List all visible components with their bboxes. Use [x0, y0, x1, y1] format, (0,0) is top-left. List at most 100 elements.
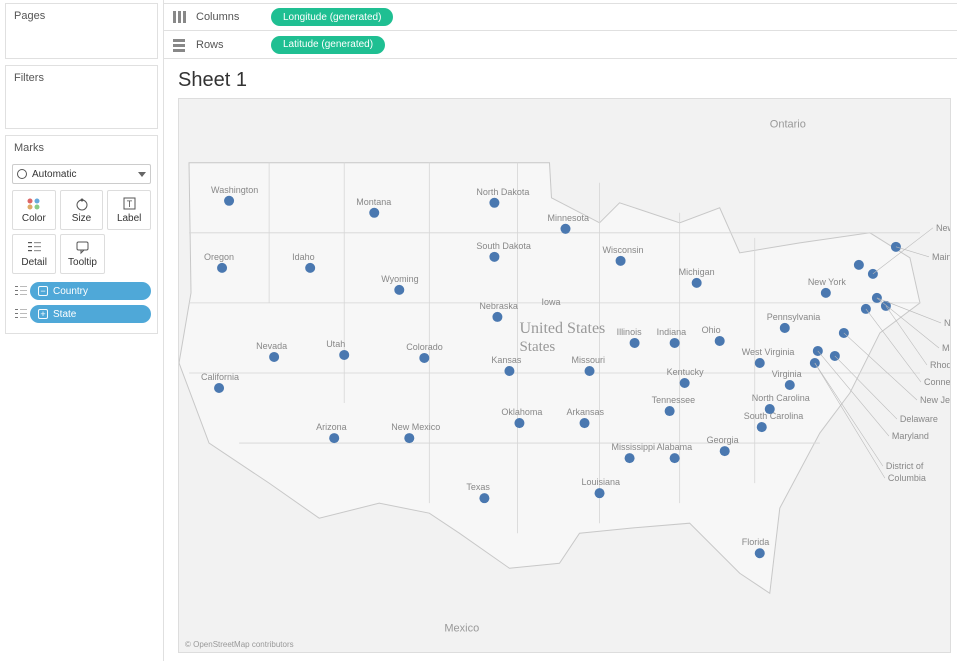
state-dot[interactable] [765, 404, 775, 414]
state-dot[interactable] [861, 304, 871, 314]
state-dot[interactable] [595, 488, 605, 498]
state-label: New Mexico [391, 422, 440, 432]
state-dot[interactable] [514, 418, 524, 428]
state-dot[interactable] [369, 208, 379, 218]
state-dot[interactable] [489, 198, 499, 208]
state-label: Wyoming [381, 274, 418, 284]
circle-icon [17, 169, 27, 179]
state-label: Washington [211, 185, 258, 195]
state-dot[interactable] [720, 446, 730, 456]
callout-label: Maine [932, 252, 950, 262]
size-button[interactable]: Size [60, 190, 104, 230]
state-dot[interactable] [269, 352, 279, 362]
filters-title: Filters [6, 66, 157, 90]
main-area: Columns Longitude (generated) Rows Latit… [164, 0, 957, 661]
state-dot[interactable] [489, 252, 499, 262]
filters-card[interactable]: Filters [5, 65, 158, 129]
state-dot[interactable] [625, 453, 635, 463]
state-dot[interactable] [872, 293, 882, 303]
callout-label: New [936, 223, 950, 233]
state-label: Louisiana [582, 477, 621, 487]
state-dot[interactable] [780, 323, 790, 333]
marks-type-dropdown[interactable]: Automatic [12, 164, 151, 184]
state-dot[interactable] [479, 493, 489, 503]
columns-shelf[interactable]: Columns Longitude (generated) [164, 3, 957, 31]
state-dot[interactable] [504, 366, 514, 376]
chevron-down-icon [138, 172, 146, 177]
state-dot[interactable] [670, 453, 680, 463]
pages-title: Pages [6, 4, 157, 28]
detail-icon [27, 240, 42, 255]
rows-pill[interactable]: Latitude (generated) [271, 36, 385, 54]
pages-card[interactable]: Pages [5, 3, 158, 59]
state-dot[interactable] [630, 338, 640, 348]
state-label: Montana [356, 197, 391, 207]
label-button[interactable]: T Label [107, 190, 151, 230]
state-dot[interactable] [329, 433, 339, 443]
state-dot[interactable] [821, 288, 831, 298]
callout-label: Maryland [892, 431, 929, 441]
rows-label: Rows [196, 39, 261, 51]
state-dot[interactable] [692, 278, 702, 288]
state-dot[interactable] [755, 358, 765, 368]
state-label: Nevada [256, 341, 287, 351]
callout-label: Delaware [900, 414, 938, 424]
state-label: Georgia [707, 435, 739, 445]
state-dot[interactable] [560, 224, 570, 234]
state-dot[interactable] [785, 380, 795, 390]
state-dot[interactable] [492, 312, 502, 322]
state-dot[interactable] [616, 256, 626, 266]
callout-label: Ma [942, 343, 950, 353]
state-label: Idaho [292, 252, 315, 262]
sheet-title[interactable]: Sheet 1 [178, 69, 951, 92]
callout-label: Connecti [924, 377, 950, 387]
size-icon [74, 196, 89, 211]
state-dot[interactable] [755, 548, 765, 558]
state-label: Pennsylvania [767, 312, 821, 322]
state-dot[interactable] [868, 269, 878, 279]
detail-glyph-icon [12, 308, 30, 321]
detail-glyph-icon [12, 285, 30, 298]
state-dot[interactable] [224, 196, 234, 206]
state-dot[interactable] [339, 350, 349, 360]
state-dot[interactable] [670, 338, 680, 348]
rows-shelf[interactable]: Rows Latitude (generated) [164, 31, 957, 59]
state-label: New York [808, 277, 847, 287]
state-label: Indiana [657, 327, 687, 337]
country-label: United States [519, 320, 605, 337]
dimension-pill-state[interactable]: + State [12, 304, 151, 324]
color-button[interactable]: Color [12, 190, 56, 230]
state-dot[interactable] [665, 406, 675, 416]
expand-icon[interactable]: + [38, 309, 48, 319]
state-label: Alabama [657, 442, 693, 452]
detail-button[interactable]: Detail [12, 234, 56, 274]
state-dot[interactable] [404, 433, 414, 443]
callout-label: New Jersey [920, 395, 950, 405]
size-label: Size [72, 213, 91, 224]
state-dot[interactable] [217, 263, 227, 273]
callout-label: Ne [944, 318, 950, 328]
state-dot[interactable] [715, 336, 725, 346]
label-icon: T [122, 196, 137, 211]
state-label: Kentucky [667, 367, 705, 377]
country-label-sub: States [519, 339, 555, 355]
state-label: North Dakota [476, 187, 529, 197]
state-dot[interactable] [854, 260, 864, 270]
columns-pill[interactable]: Longitude (generated) [271, 8, 393, 26]
collapse-icon[interactable]: − [38, 286, 48, 296]
state-label: Virginia [772, 369, 802, 379]
state-dot[interactable] [394, 285, 404, 295]
state-dot[interactable] [305, 263, 315, 273]
state-dot[interactable] [757, 422, 767, 432]
tooltip-button[interactable]: Tooltip [60, 234, 104, 274]
state-dot[interactable] [585, 366, 595, 376]
state-dot[interactable] [419, 353, 429, 363]
state-dot[interactable] [580, 418, 590, 428]
state-dot[interactable] [214, 383, 224, 393]
marks-type-label: Automatic [32, 169, 138, 180]
label-label: Label [117, 213, 141, 224]
state-label: Oregon [204, 252, 234, 262]
map-viz[interactable]: Ontario United States States Mexico Wash… [178, 98, 951, 653]
dimension-pill-country[interactable]: − Country [12, 281, 151, 301]
state-dot[interactable] [680, 378, 690, 388]
